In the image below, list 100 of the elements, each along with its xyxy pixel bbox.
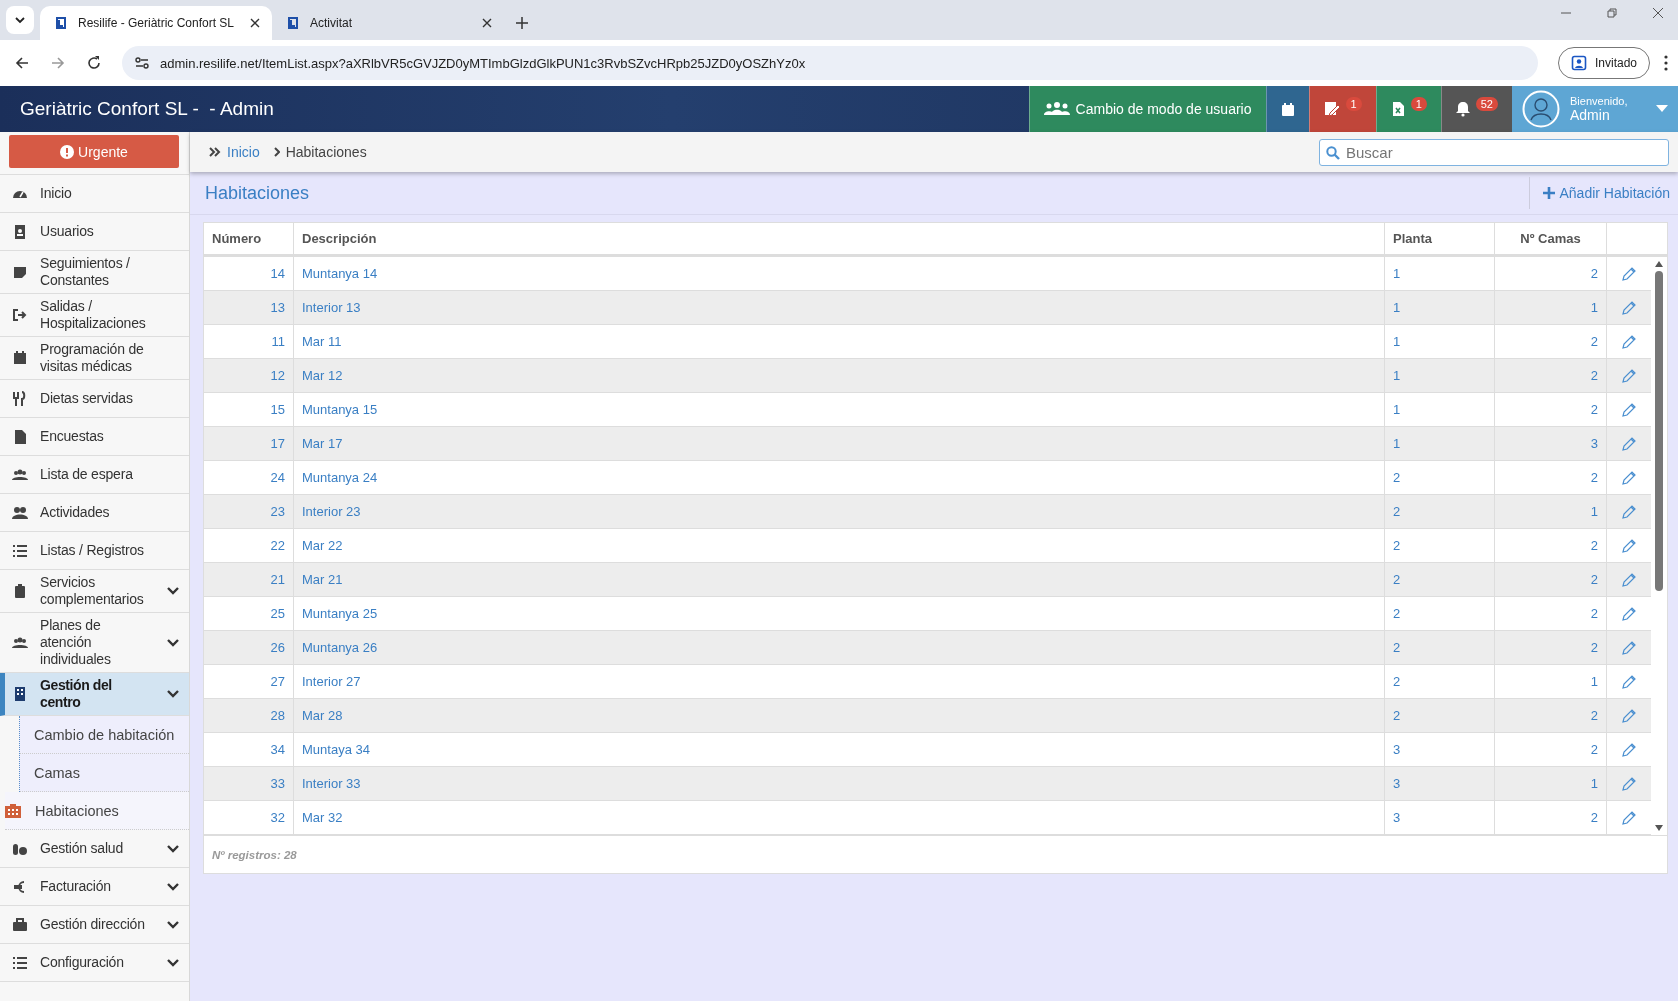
table-cell[interactable]: 11	[204, 325, 294, 358]
hotel-icon	[5, 803, 21, 818]
back-icon[interactable]	[14, 55, 30, 71]
restore-icon[interactable]	[1606, 7, 1618, 19]
pencil-icon[interactable]	[1621, 775, 1637, 792]
table-cell[interactable]: Interior 33	[294, 767, 1385, 800]
tab-search-button[interactable]	[6, 6, 34, 34]
table-cell[interactable]: Interior 23	[294, 495, 1385, 528]
menu-item[interactable]: Programación de visitas médicas	[0, 337, 189, 380]
table-cell[interactable]: Mar 11	[294, 325, 1385, 358]
table-cell[interactable]: Muntaya 34	[294, 733, 1385, 766]
close-icon[interactable]	[1652, 7, 1664, 19]
reload-icon[interactable]	[86, 55, 102, 71]
table-cell[interactable]: 14	[204, 257, 294, 290]
submenu-item[interactable]: Cambio de habitación	[20, 716, 189, 754]
urgent-button[interactable]: Urgente	[9, 135, 179, 168]
table-cell[interactable]: Mar 17	[294, 427, 1385, 460]
browser-tab[interactable]: Activitat	[272, 6, 504, 40]
pencil-icon[interactable]	[1621, 299, 1637, 316]
table-cell[interactable]: 17	[204, 427, 294, 460]
pencil-icon[interactable]	[1621, 333, 1637, 350]
pencil-icon[interactable]	[1621, 707, 1637, 724]
table-cell[interactable]: 24	[204, 461, 294, 494]
pencil-icon[interactable]	[1621, 741, 1637, 758]
menu-item[interactable]: Salidas / Hospitalizaciones	[0, 294, 189, 337]
search-field[interactable]: Buscar	[1319, 138, 1669, 166]
pencil-icon[interactable]	[1621, 673, 1637, 690]
table-cell[interactable]: Mar 12	[294, 359, 1385, 392]
table-cell[interactable]: Muntanya 26	[294, 631, 1385, 664]
table-cell[interactable]: 21	[204, 563, 294, 596]
table-cell[interactable]: 28	[204, 699, 294, 732]
table-cell[interactable]: Mar 21	[294, 563, 1385, 596]
header-button[interactable]: 1	[1375, 86, 1441, 132]
table-cell[interactable]: Muntanya 15	[294, 393, 1385, 426]
user-name: Admin	[1570, 107, 1611, 123]
table-cell[interactable]: Mar 22	[294, 529, 1385, 562]
pencil-icon[interactable]	[1621, 469, 1637, 486]
header-button[interactable]	[1265, 86, 1309, 132]
pencil-icon[interactable]	[1621, 605, 1637, 622]
table-cell[interactable]: 26	[204, 631, 294, 664]
close-button[interactable]	[482, 18, 492, 28]
menu-item[interactable]: Gestión del centro	[0, 673, 189, 716]
forward-icon[interactable]	[50, 55, 66, 71]
table-cell[interactable]: 32	[204, 801, 294, 834]
header-button[interactable]: 52	[1440, 86, 1512, 132]
menu-item[interactable]: Dietas servidas	[0, 380, 189, 418]
table-cell[interactable]: 12	[204, 359, 294, 392]
close-button[interactable]	[250, 18, 260, 28]
table-cell[interactable]: 15	[204, 393, 294, 426]
table-cell[interactable]: Interior 27	[294, 665, 1385, 698]
table-cell[interactable]: 34	[204, 733, 294, 766]
new-tab-button[interactable]	[516, 17, 528, 29]
menu-item[interactable]: Listas / Registros	[0, 532, 189, 570]
header-button[interactable]: 1	[1308, 86, 1376, 132]
user-menu[interactable]: Bienvenido, Admin	[1512, 86, 1678, 132]
add-link[interactable]: Añadir Habitación	[1529, 177, 1670, 209]
more-icon[interactable]	[1664, 55, 1668, 71]
pencil-icon[interactable]	[1621, 503, 1637, 520]
table-cell: 2	[1495, 325, 1607, 358]
table-cell[interactable]: Muntanya 14	[294, 257, 1385, 290]
menu-item[interactable]: Lista de espera	[0, 456, 189, 494]
menu-item[interactable]: Servicios complementarios	[0, 570, 189, 613]
pencil-icon[interactable]	[1621, 809, 1637, 826]
people-icon	[1043, 101, 1070, 117]
table-cell[interactable]: 13	[204, 291, 294, 324]
pencil-icon[interactable]	[1621, 571, 1637, 588]
utensils-icon	[12, 390, 28, 407]
menu-item[interactable]: Configuración	[0, 944, 189, 982]
menu-item[interactable]: Actividades	[0, 494, 189, 532]
menu-item[interactable]: Seguimientos / Constantes	[0, 251, 189, 294]
avatar-icon	[1522, 90, 1560, 128]
pencil-icon[interactable]	[1621, 401, 1637, 418]
briefcase-icon	[12, 916, 28, 933]
scroll-thumb[interactable]	[1655, 271, 1663, 591]
table-cell[interactable]: Muntanya 24	[294, 461, 1385, 494]
menu-item[interactable]: Encuestas	[0, 418, 189, 456]
submenu-item[interactable]: Habitaciones	[5, 792, 189, 830]
pencil-icon[interactable]	[1621, 367, 1637, 384]
table-cell[interactable]: Interior 13	[294, 291, 1385, 324]
table-cell[interactable]: Muntanya 25	[294, 597, 1385, 630]
table-cell[interactable]: Mar 32	[294, 801, 1385, 834]
pencil-icon[interactable]	[1621, 537, 1637, 554]
table-cell[interactable]: 23	[204, 495, 294, 528]
table-cell[interactable]: 25	[204, 597, 294, 630]
breadcrumb-link[interactable]: Inicio	[227, 144, 260, 160]
menu-item[interactable]: Usuarios	[0, 213, 189, 251]
browser-tab[interactable]: Resilife - Geriàtric Confort SL	[40, 6, 272, 40]
menu-item[interactable]: Gestión dirección	[0, 906, 189, 944]
table-cell[interactable]: 27	[204, 665, 294, 698]
menu-item[interactable]: Facturación	[0, 868, 189, 906]
mode-switch-button[interactable]: Cambio de modo de usuario	[1028, 86, 1266, 132]
pencil-icon[interactable]	[1621, 435, 1637, 452]
table-cell[interactable]: Mar 28	[294, 699, 1385, 732]
menu-item[interactable]: Inicio	[0, 175, 189, 213]
address-field[interactable]: admin.resilife.net/ItemList.aspx?aXRlbVR5cGVJZD0yMTImbGlzdGlkPUN1c3RvbSZvcHRpb25JZD0yOSZhYz0x	[122, 46, 1538, 80]
pencil-icon[interactable]	[1621, 265, 1637, 282]
pencil-icon[interactable]	[1621, 639, 1637, 656]
table-cell[interactable]: 33	[204, 767, 294, 800]
table-cell[interactable]: 22	[204, 529, 294, 562]
menu-item[interactable]: Gestión salud	[0, 830, 189, 868]
